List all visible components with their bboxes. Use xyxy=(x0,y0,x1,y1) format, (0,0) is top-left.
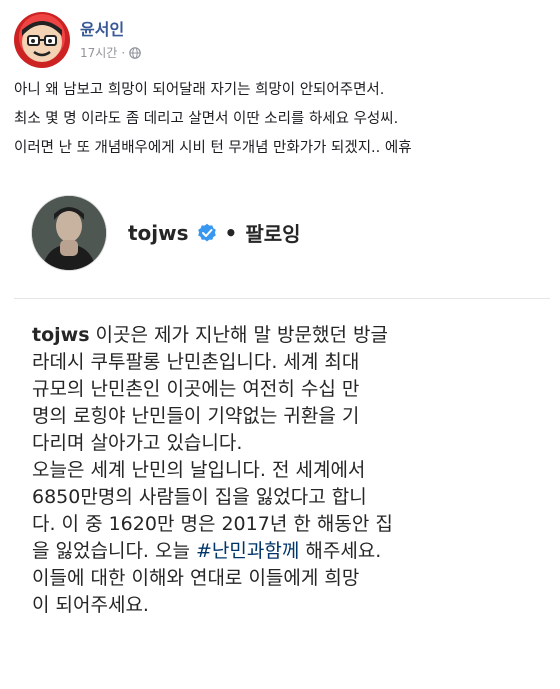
cartoon-face-icon xyxy=(22,21,62,62)
caption-line: 을 잃었습니다. 오늘 #난민과함께 해주세요. xyxy=(32,538,542,565)
globe-icon[interactable] xyxy=(129,46,141,59)
caption-line: 6850만명의 사람들이 집을 잃었다고 합니 xyxy=(32,486,367,508)
embed-username[interactable]: tojws xyxy=(128,221,189,245)
meta-separator: · xyxy=(121,45,126,60)
author-name[interactable]: 윤서인 xyxy=(80,16,124,40)
caption-line: 이 되어주세요. xyxy=(32,594,149,616)
caption-text: 을 잃었습니다. 오늘 xyxy=(32,540,196,562)
post-meta: 17시간 · xyxy=(80,44,141,61)
post-text-line: 최소 몇 명 이라도 좀 데리고 살면서 이딴 소리를 하세요 우성씨. xyxy=(14,111,399,127)
embed-avatar[interactable] xyxy=(32,196,106,270)
hashtag-link[interactable]: #난민과함께 xyxy=(196,540,299,562)
caption-line: 규모의 난민촌인 이곳에는 여전히 수십 만 xyxy=(32,378,360,400)
embed-header: tojws • 팔로잉 xyxy=(32,196,532,272)
divider xyxy=(14,298,550,299)
caption-line: 라데시 쿠투팔롱 난민촌입니다. 세계 최대 xyxy=(32,351,360,373)
caption-line: 이들에 대한 이해와 연대로 이들에게 희망 xyxy=(32,567,360,589)
caption-username[interactable]: tojws xyxy=(32,324,90,346)
embed-caption: tojws 이곳은 제가 지난해 말 방문했던 방글 라데시 쿠투팔롱 난민촌입… xyxy=(32,322,542,619)
portrait-icon xyxy=(32,196,106,270)
caption-line: 다리며 살아가고 있습니다. xyxy=(32,432,243,454)
caption-text: 해주세요. xyxy=(299,540,382,562)
post-text-line: 이러면 난 또 개념배우에게 시비 턴 무개념 만화가가 되겠지.. 에휴 xyxy=(14,140,412,156)
caption-text: 이곳은 제가 지난해 말 방문했던 방글 xyxy=(89,324,388,346)
caption-line: 명의 로힝야 난민들이 기약없는 귀환을 기 xyxy=(32,405,360,427)
instagram-embed: tojws • 팔로잉 tojws 이곳은 제가 지난해 말 방문했던 방글 라… xyxy=(14,182,550,689)
caption-line: tojws 이곳은 제가 지난해 말 방문했던 방글 xyxy=(32,322,542,349)
caption-line: 오늘은 세계 난민의 날입니다. 전 세계에서 xyxy=(32,459,366,481)
author-avatar[interactable] xyxy=(14,12,70,68)
post-time[interactable]: 17시간 xyxy=(80,44,117,61)
embed-user-row: tojws • 팔로잉 xyxy=(128,218,301,247)
post-header: 윤서인 17시간 · xyxy=(14,12,544,68)
verified-badge-icon xyxy=(197,223,216,241)
follow-separator: • xyxy=(224,220,238,245)
following-button[interactable]: 팔로잉 xyxy=(245,218,300,247)
caption-line: 다. 이 중 1620만 명은 2017년 한 해동안 집 xyxy=(32,513,393,535)
post-text-line: 아니 왜 남보고 희망이 되어달래 자기는 희망이 안되어주면서. xyxy=(14,82,385,98)
post-text: 아니 왜 남보고 희망이 되어달래 자기는 희망이 안되어주면서. 최소 몇 명… xyxy=(14,76,550,163)
